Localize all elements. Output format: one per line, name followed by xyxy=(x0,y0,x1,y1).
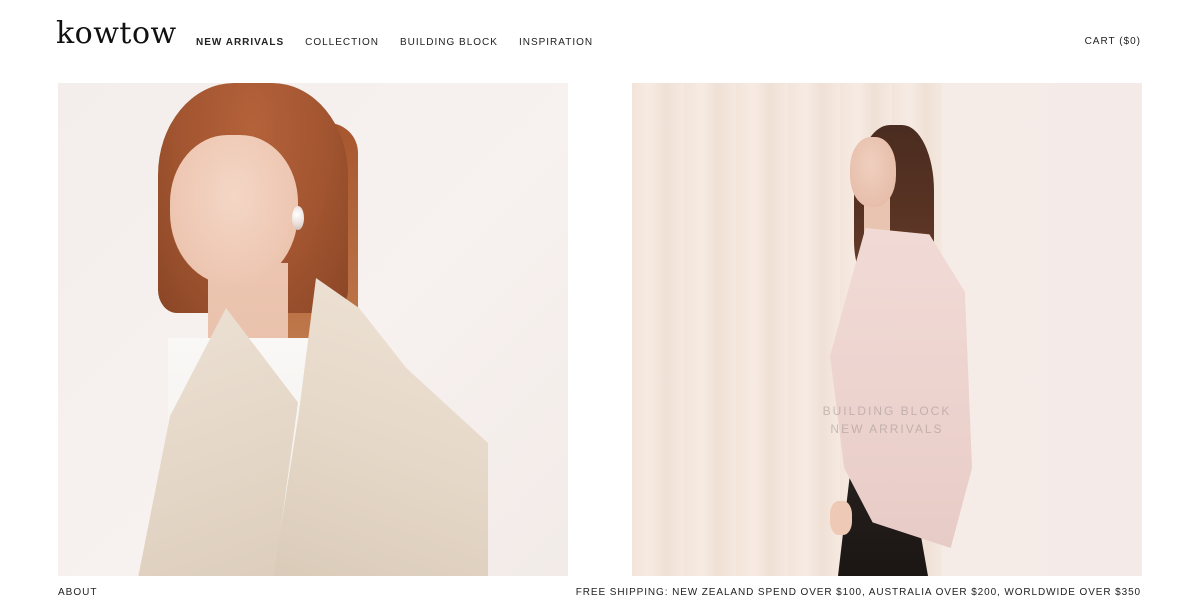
nav-building-block[interactable]: BUILDING BLOCK xyxy=(400,37,498,48)
logo[interactable]: kowtow xyxy=(56,16,177,51)
model-hand xyxy=(830,501,852,535)
hero-image-left[interactable] xyxy=(58,83,568,576)
shipping-notice: FREE SHIPPING: NEW ZEALAND SPEND OVER $1… xyxy=(575,587,1141,598)
model-face xyxy=(170,135,298,285)
nav-collection[interactable]: COLLECTION xyxy=(305,37,379,48)
cart-link[interactable]: CART ($0) xyxy=(1085,36,1141,47)
overlay-line-new-arrivals: NEW ARRIVALS xyxy=(830,422,944,436)
site-header: kowtow NEW ARRIVALS COLLECTION BUILDING … xyxy=(0,0,1200,70)
hero-image-right[interactable]: BUILDING BLOCK NEW ARRIVALS xyxy=(632,83,1142,576)
earring xyxy=(292,206,304,230)
overlay-line-building-block: BUILDING BLOCK xyxy=(822,404,952,418)
nav-inspiration[interactable]: INSPIRATION xyxy=(519,37,593,48)
nav-new-arrivals[interactable]: NEW ARRIVALS xyxy=(196,37,284,48)
model-face xyxy=(850,137,896,207)
main-nav: NEW ARRIVALS COLLECTION BUILDING BLOCK I… xyxy=(196,37,593,48)
panel-overlay-text: BUILDING BLOCK NEW ARRIVALS xyxy=(632,402,1142,438)
about-link[interactable]: ABOUT xyxy=(58,587,97,598)
